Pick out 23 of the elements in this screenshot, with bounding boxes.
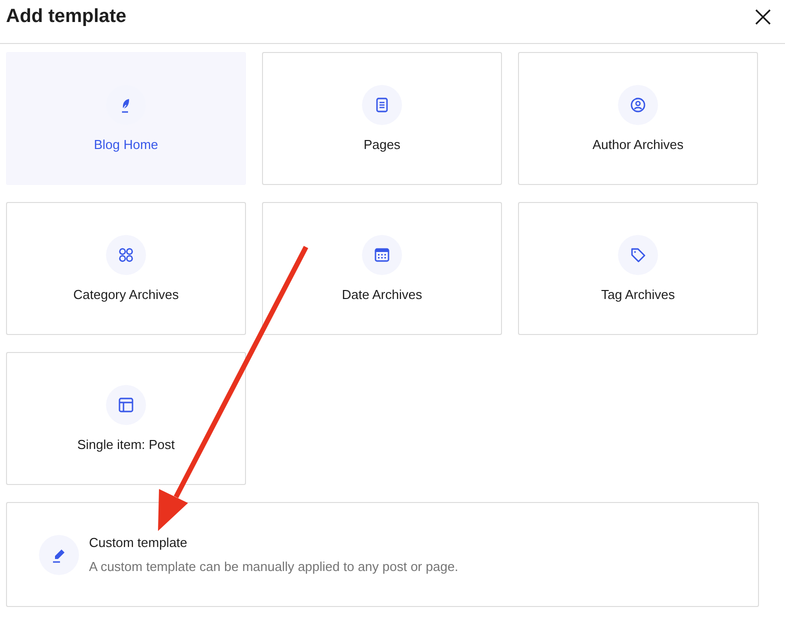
custom-template-title: Custom template bbox=[89, 534, 188, 552]
calendar-icon bbox=[373, 246, 391, 264]
template-card[interactable]: Author Archives bbox=[518, 52, 758, 185]
template-card[interactable]: Pages bbox=[262, 52, 502, 185]
tag-icon bbox=[629, 246, 647, 264]
template-card[interactable]: Date Archives bbox=[262, 202, 502, 335]
template-label: Blog Home bbox=[94, 136, 158, 154]
layout-icon bbox=[117, 396, 135, 414]
template-label: Author Archives bbox=[592, 136, 684, 154]
template-card[interactable]: Single item: Post bbox=[6, 352, 246, 485]
template-card[interactable]: Tag Archives bbox=[518, 202, 758, 335]
template-label: Category Archives bbox=[73, 286, 179, 304]
dialog-title: Add template bbox=[6, 4, 126, 28]
template-label: Date Archives bbox=[342, 286, 422, 304]
custom-template-description: A custom template can be manually applied to any post or page. bbox=[89, 558, 458, 576]
template-label: Single item: Post bbox=[77, 436, 175, 454]
close-icon[interactable] bbox=[753, 6, 773, 26]
template-card[interactable]: Blog Home bbox=[6, 52, 246, 185]
template-label: Pages bbox=[364, 136, 400, 154]
template-label: Tag Archives bbox=[601, 286, 675, 304]
template-card[interactable]: Category Archives bbox=[6, 202, 246, 335]
user-circle-icon bbox=[629, 96, 647, 114]
grid-icon bbox=[117, 246, 135, 264]
